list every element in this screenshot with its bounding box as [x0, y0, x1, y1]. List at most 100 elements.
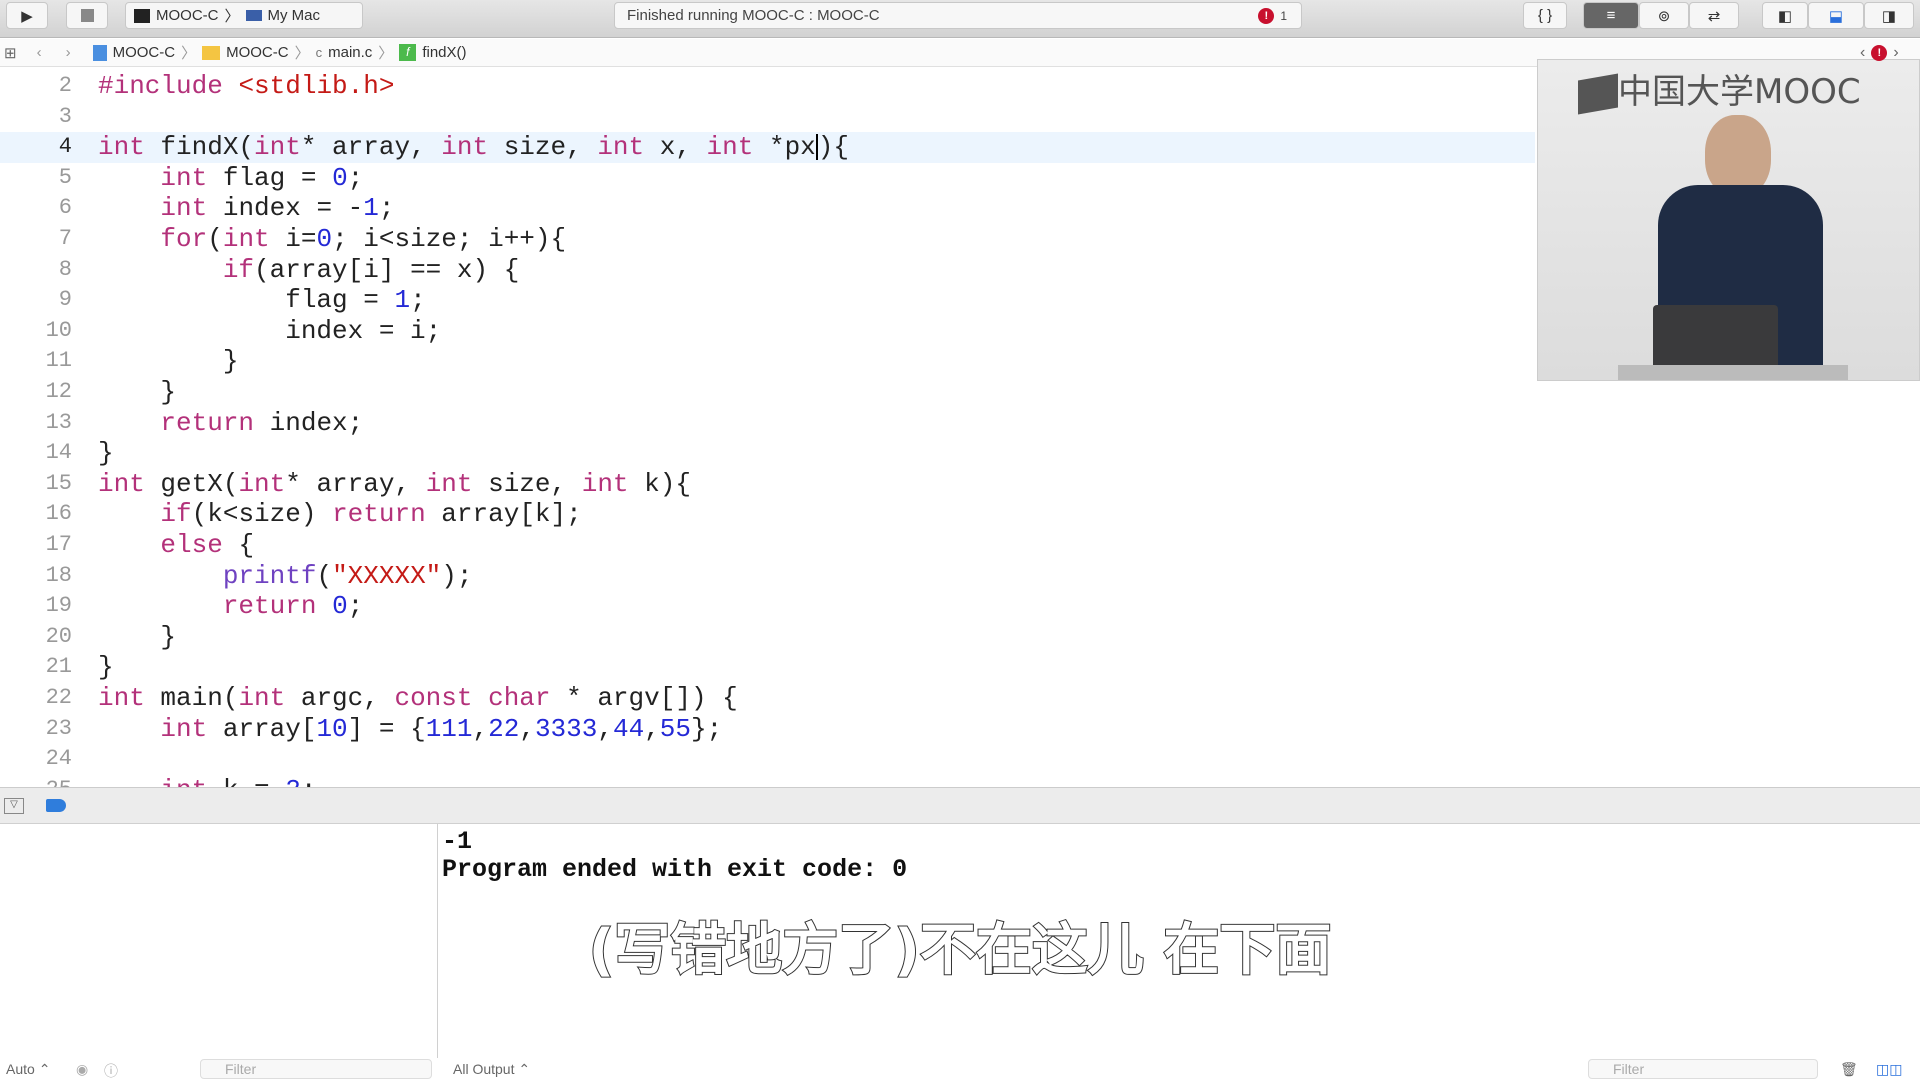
code-line[interactable]: 10 index = i; — [0, 316, 1535, 347]
code-line[interactable]: 16 if(k<size) return array[k]; — [0, 499, 1535, 530]
code-content[interactable]: int findX(int* array, int size, int x, i… — [98, 132, 849, 163]
line-number[interactable]: 4 — [0, 132, 72, 163]
scheme-selector[interactable]: MOOC-C 〉 My Mac — [125, 2, 363, 29]
line-number[interactable]: 11 — [0, 346, 72, 377]
code-content[interactable]: printf("XXXXX"); — [98, 561, 473, 592]
code-line[interactable]: 4 int findX(int* array, int size, int x, … — [0, 132, 1535, 163]
code-line[interactable]: 21} — [0, 652, 1535, 683]
code-line[interactable]: 25 int k = 2; — [0, 775, 1535, 787]
code-line[interactable]: 12 } — [0, 377, 1535, 408]
code-line[interactable]: 17 else { — [0, 530, 1535, 561]
code-content[interactable]: if(array[i] == x) { — [98, 255, 519, 286]
info-icon[interactable]: ⓘ — [104, 1061, 118, 1081]
code-content[interactable]: int getX(int* array, int size, int k){ — [98, 469, 691, 500]
code-line[interactable]: 8 if(array[i] == x) { — [0, 255, 1535, 286]
run-button[interactable]: ▶ — [6, 2, 48, 29]
debug-area-toggle[interactable]: ⬓ — [1808, 2, 1864, 29]
line-number[interactable]: 23 — [0, 714, 72, 745]
code-content[interactable]: } — [98, 346, 239, 377]
line-number[interactable]: 22 — [0, 683, 72, 714]
code-content[interactable]: } — [98, 652, 114, 683]
code-content[interactable]: } — [98, 377, 176, 408]
next-issue-button[interactable]: › — [1893, 44, 1898, 62]
grid-icon[interactable]: ⊞ — [4, 44, 17, 62]
variables-filter-input[interactable]: Filter — [200, 1059, 432, 1079]
back-button[interactable]: ‹ — [37, 44, 42, 61]
code-line[interactable]: 3 — [0, 102, 1535, 133]
error-badge[interactable]: ! 1 — [1258, 8, 1287, 24]
code-line[interactable]: 5 int flag = 0; — [0, 163, 1535, 194]
code-line[interactable]: 19 return 0; — [0, 591, 1535, 622]
code-line[interactable]: 9 flag = 1; — [0, 285, 1535, 316]
code-content[interactable]: return 0; — [98, 591, 363, 622]
line-number[interactable]: 17 — [0, 530, 72, 561]
code-content[interactable]: #include <stdlib.h> — [98, 71, 394, 102]
line-number[interactable]: 12 — [0, 377, 72, 408]
code-content[interactable]: int flag = 0; — [98, 163, 363, 194]
line-number[interactable]: 5 — [0, 163, 72, 194]
code-content[interactable]: } — [98, 438, 114, 469]
version-editor-button[interactable]: ⇄ — [1689, 2, 1739, 29]
prev-issue-button[interactable]: ‹ — [1860, 44, 1865, 62]
code-content[interactable]: int main(int argc, const char * argv[]) … — [98, 683, 738, 714]
line-number[interactable]: 20 — [0, 622, 72, 653]
utilities-toggle[interactable]: ◨ — [1864, 2, 1914, 29]
breakpoint-toggle-icon[interactable] — [46, 799, 66, 812]
code-line[interactable]: 14} — [0, 438, 1535, 469]
code-content[interactable]: } — [98, 622, 176, 653]
code-content[interactable]: int index = -1; — [98, 193, 394, 224]
jump-item-file[interactable]: main.c — [328, 44, 372, 61]
navigator-toggle[interactable]: ◧ — [1762, 2, 1808, 29]
eye-icon[interactable]: ◉ — [76, 1061, 88, 1078]
code-line[interactable]: 15 int getX(int* array, int size, int k){ — [0, 469, 1535, 500]
line-number[interactable]: 21 — [0, 652, 72, 683]
output-select[interactable]: All Output ⌃ — [453, 1061, 530, 1078]
line-number[interactable]: 19 — [0, 591, 72, 622]
code-line[interactable]: 11 } — [0, 346, 1535, 377]
code-line[interactable]: 6 int index = -1; — [0, 193, 1535, 224]
line-number[interactable]: 2 — [0, 71, 72, 102]
code-content[interactable]: for(int i=0; i<size; i++){ — [98, 224, 566, 255]
stop-button[interactable] — [66, 2, 108, 29]
code-content[interactable]: flag = 1; — [98, 285, 425, 316]
line-number[interactable]: 24 — [0, 744, 72, 775]
hide-debug-area-button[interactable]: ▽ — [4, 798, 24, 814]
line-number[interactable]: 25 — [0, 775, 72, 787]
console-filter-input[interactable]: Filter — [1588, 1059, 1818, 1079]
line-number[interactable]: 13 — [0, 408, 72, 439]
nav-arrows[interactable]: ‹! › — [1860, 44, 1899, 62]
line-number[interactable]: 15 — [0, 469, 72, 500]
code-line[interactable]: 13 return index; — [0, 408, 1535, 439]
line-number[interactable]: 14 — [0, 438, 72, 469]
assistant-editor-button[interactable]: ⊚ — [1639, 2, 1689, 29]
code-content[interactable]: index = i; — [98, 316, 441, 347]
variables-scope-select[interactable]: Auto ⌃ — [6, 1061, 50, 1078]
forward-button[interactable]: › — [66, 44, 71, 61]
code-content[interactable]: int k = 2; — [98, 775, 316, 787]
code-content[interactable]: return index; — [98, 408, 363, 439]
jump-item-project[interactable]: MOOC-C — [113, 44, 176, 61]
line-number[interactable]: 3 — [0, 102, 72, 133]
code-line[interactable]: 22 int main(int argc, const char * argv[]… — [0, 683, 1535, 714]
line-number[interactable]: 7 — [0, 224, 72, 255]
code-content[interactable]: if(k<size) return array[k]; — [98, 499, 581, 530]
code-line[interactable]: 20 } — [0, 622, 1535, 653]
line-number[interactable]: 10 — [0, 316, 72, 347]
code-content[interactable]: int array[10] = {111,22,3333,44,55}; — [98, 714, 722, 745]
line-number[interactable]: 16 — [0, 499, 72, 530]
code-snippet-button[interactable]: { } — [1523, 2, 1567, 29]
code-line[interactable]: 18 printf("XXXXX"); — [0, 561, 1535, 592]
code-line[interactable]: 23 int array[10] = {111,22,3333,44,55}; — [0, 714, 1535, 745]
jump-item-function[interactable]: findX() — [422, 44, 466, 61]
code-line[interactable]: 2 #include <stdlib.h> — [0, 71, 1535, 102]
trash-icon[interactable]: 🗑 — [1840, 1061, 1858, 1078]
code-line[interactable]: 7 for(int i=0; i<size; i++){ — [0, 224, 1535, 255]
line-number[interactable]: 6 — [0, 193, 72, 224]
line-number[interactable]: 8 — [0, 255, 72, 286]
line-number[interactable]: 9 — [0, 285, 72, 316]
code-line[interactable]: 24 — [0, 744, 1535, 775]
jump-item-folder[interactable]: MOOC-C — [226, 44, 289, 61]
split-view-icon[interactable]: ◫◫ — [1876, 1061, 1902, 1078]
line-number[interactable]: 18 — [0, 561, 72, 592]
code-content[interactable]: else { — [98, 530, 254, 561]
